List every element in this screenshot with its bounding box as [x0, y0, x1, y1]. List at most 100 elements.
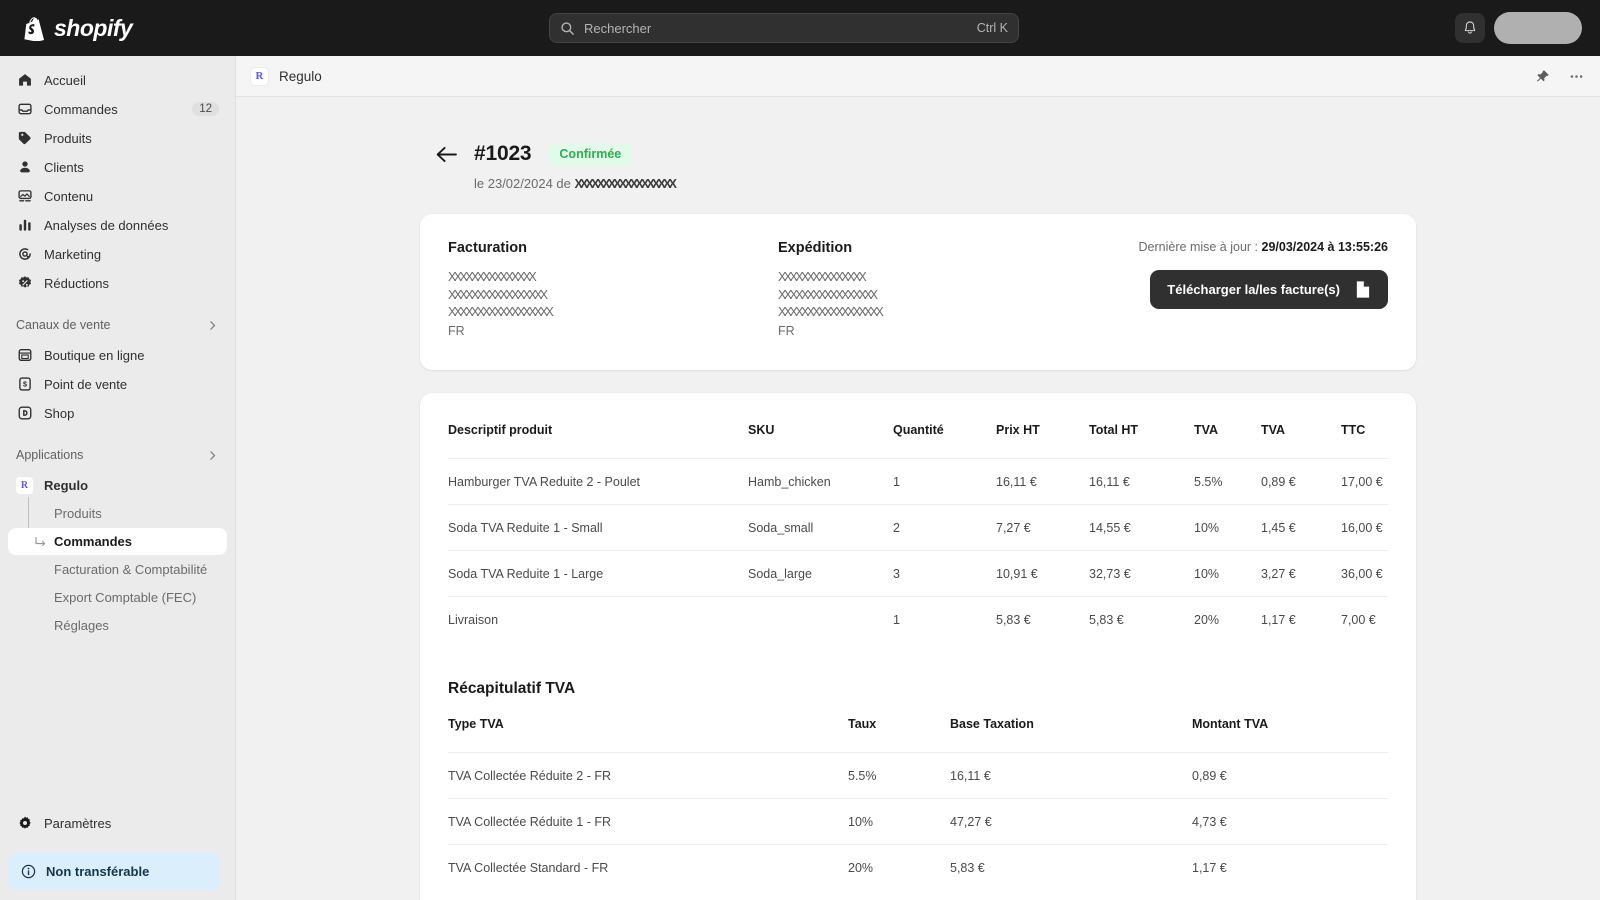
cell-sku: Soda_small [748, 504, 893, 550]
sidebar-label: Produits [44, 131, 219, 146]
orders-count-badge: 12 [192, 102, 219, 116]
col-total-ht: Total HT [1089, 423, 1194, 459]
cell-total-ht: 5,83 € [1089, 596, 1194, 642]
avatar[interactable] [1494, 12, 1582, 44]
cell-montant: 1,17 € [1192, 844, 1388, 890]
cell-tva-taux: 5.5% [1194, 458, 1261, 504]
cell-taux: 10% [848, 798, 950, 844]
bar-chart-icon [16, 217, 33, 234]
billing-country: FR [448, 322, 778, 340]
sidebar-settings-wrapper: Paramètres [0, 809, 235, 838]
marketing-target-icon [16, 246, 33, 263]
cell-prix-ht: 16,11 € [996, 458, 1089, 504]
sidebar-label: Marketing [44, 247, 219, 262]
shopify-bag-icon [22, 15, 45, 41]
vat-table-head: Type TVA Taux Base Taxation Montant TVA [448, 717, 1388, 753]
sidebar-label: Contenu [44, 189, 219, 204]
table-row: Soda TVA Reduite 1 - Small Soda_small 2 … [448, 504, 1388, 550]
shopify-logo[interactable]: shopify [22, 15, 132, 42]
sidebar-label: Analyses de données [44, 218, 219, 233]
sidebar-subitem-reglages[interactable]: Réglages [8, 612, 227, 639]
cell-descriptif: Soda TVA Reduite 1 - Small [448, 504, 748, 550]
cell-ttc: 16,00 € [1341, 504, 1388, 550]
sidebar-item-marketing[interactable]: Marketing [8, 240, 227, 268]
cell-base: 47,27 € [950, 798, 1192, 844]
sidebar-item-contenu[interactable]: Contenu [8, 182, 227, 210]
sidebar-item-regulo[interactable]: R Regulo [8, 471, 227, 499]
sidebar-item-reductions[interactable]: Réductions [8, 269, 227, 297]
search-input[interactable]: Rechercher Ctrl K [549, 13, 1019, 43]
cell-descriptif: Soda TVA Reduite 1 - Large [448, 550, 748, 596]
sidebar-item-boutique-en-ligne[interactable]: Boutique en ligne [8, 341, 227, 369]
cell-quantite: 1 [893, 458, 996, 504]
sidebar-item-analyses[interactable]: Analyses de données [8, 211, 227, 239]
sidebar-label: Clients [44, 160, 219, 175]
shipping-line-1: XXXXXXXXXXXXXXX [778, 269, 1108, 287]
sidebar-subitem-facturation-comptabilite[interactable]: Facturation & Comptabilité [8, 556, 227, 583]
chevron-right-icon [206, 319, 219, 332]
app-title: Regulo [279, 69, 322, 84]
sidebar-sublabel: Produits [54, 506, 102, 521]
addresses-card: Facturation XXXXXXXXXXXXXXX XXXXXXXXXXXX… [420, 214, 1416, 370]
vat-header-row: Type TVA Taux Base Taxation Montant TVA [448, 717, 1388, 753]
table-row: Hamburger TVA Reduite 2 - Poulet Hamb_ch… [448, 458, 1388, 504]
sidebar-subitem-produits[interactable]: Produits [8, 500, 227, 527]
sidebar-subitem-commandes[interactable]: Commandes [8, 528, 227, 555]
sidebar-item-shop[interactable]: Shop [8, 399, 227, 427]
sidebar-section-canaux-de-vente[interactable]: Canaux de vente [8, 313, 227, 337]
cell-tva-montant: 3,27 € [1261, 550, 1341, 596]
notice-label: Non transférable [46, 864, 149, 879]
cell-base: 5,83 € [950, 844, 1192, 890]
sidebar-item-parametres[interactable]: Paramètres [8, 809, 227, 837]
table-row: TVA Collectée Standard - FR 20% 5,83 € 1… [448, 844, 1388, 890]
download-invoices-button[interactable]: Télécharger la/les facture(s) [1150, 270, 1388, 309]
pin-icon[interactable] [1532, 66, 1552, 86]
cell-descriptif: Livraison [448, 596, 748, 642]
last-update-value: 29/03/2024 à 13:55:26 [1262, 240, 1389, 254]
sidebar-sublabel: Export Comptable (FEC) [54, 590, 196, 605]
back-button[interactable] [433, 141, 459, 167]
sidebar-item-point-de-vente[interactable]: $ Point de vente [8, 370, 227, 398]
svg-text:$: $ [23, 380, 27, 389]
cell-quantite: 3 [893, 550, 996, 596]
cell-total-ht: 14,55 € [1089, 504, 1194, 550]
discount-percent-icon [16, 275, 33, 292]
sidebar-item-produits[interactable]: Produits [8, 124, 227, 152]
cell-base: 16,11 € [950, 752, 1192, 798]
table-row: TVA Collectée Réduite 1 - FR 10% 47,27 €… [448, 798, 1388, 844]
sidebar-section-applications[interactable]: Applications [8, 443, 227, 467]
billing-address-block: Facturation XXXXXXXXXXXXXXX XXXXXXXXXXXX… [448, 240, 778, 340]
products-table-body: Hamburger TVA Reduite 2 - Poulet Hamb_ch… [448, 458, 1388, 642]
vat-table-body: TVA Collectée Réduite 2 - FR 5.5% 16,11 … [448, 752, 1388, 890]
cell-type-tva: TVA Collectée Standard - FR [448, 844, 848, 890]
shipping-address-block: Expédition XXXXXXXXXXXXXXX XXXXXXXXXXXXX… [778, 240, 1108, 340]
content-image-icon [16, 188, 33, 205]
non-transferable-notice[interactable]: Non transférable [8, 852, 220, 890]
cell-sku: Hamb_chicken [748, 458, 893, 504]
shipping-title: Expédition [778, 240, 1108, 256]
search-shortcut: Ctrl K [977, 21, 1008, 35]
sidebar-item-clients[interactable]: Clients [8, 153, 227, 181]
cell-type-tva: TVA Collectée Réduite 2 - FR [448, 752, 848, 798]
shipping-country: FR [778, 322, 1108, 340]
section-label: Applications [16, 448, 206, 462]
cell-ttc: 7,00 € [1341, 596, 1388, 642]
cell-total-ht: 32,73 € [1089, 550, 1194, 596]
sidebar-item-commandes[interactable]: Commandes 12 [8, 95, 227, 123]
shop-bag-icon [16, 405, 33, 422]
cell-ttc: 17,00 € [1341, 458, 1388, 504]
notifications-button[interactable] [1455, 13, 1485, 43]
sidebar-subitem-export-comptable-fec[interactable]: Export Comptable (FEC) [8, 584, 227, 611]
storefront-icon [16, 347, 33, 364]
status-badge: Confirmée [548, 143, 632, 165]
arrow-corner-icon [35, 536, 47, 548]
download-button-label: Télécharger la/les facture(s) [1167, 282, 1340, 297]
cell-prix-ht: 5,83 € [996, 596, 1089, 642]
ellipsis-horizontal-icon[interactable] [1566, 66, 1586, 86]
table-row: TVA Collectée Réduite 2 - FR 5.5% 16,11 … [448, 752, 1388, 798]
billing-line-2: XXXXXXXXXXXXXXXXX [448, 287, 778, 305]
regulo-app-icon: R [16, 477, 33, 494]
sidebar-label: Accueil [44, 73, 219, 88]
products-table: Descriptif produit SKU Quantité Prix HT … [448, 423, 1388, 642]
sidebar-item-accueil[interactable]: Accueil [8, 66, 227, 94]
